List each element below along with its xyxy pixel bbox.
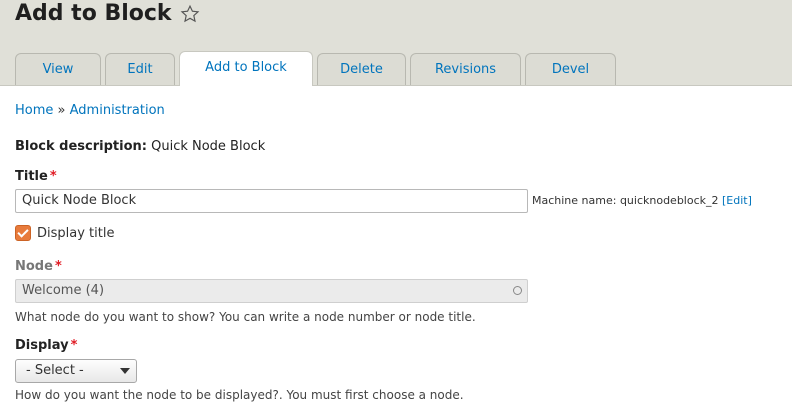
node-help-text: What node do you want to show? You can w… <box>15 310 476 324</box>
title-label: Title * <box>15 169 57 184</box>
display-label: Display * <box>15 338 77 353</box>
display-label-text: Display <box>15 338 69 353</box>
tab-view[interactable]: View <box>15 53 101 85</box>
required-marker: * <box>70 338 78 353</box>
tab-devel[interactable]: Devel <box>525 53 616 85</box>
machine-name-text: Machine name: quicknodeblock_2 <box>532 194 719 207</box>
machine-name-edit-link[interactable]: [Edit] <box>722 194 752 207</box>
display-select-value: - Select - <box>26 363 84 378</box>
page-title-row: Add to Block <box>15 0 200 28</box>
title-input[interactable]: Quick Node Block <box>15 189 528 213</box>
tab-bar: View Edit Add to Block Delete Revisions … <box>15 51 620 86</box>
node-input-value: Welcome (4) <box>22 283 105 298</box>
node-label-text: Node <box>15 259 53 274</box>
block-description: Block description: Quick Node Block <box>15 139 265 154</box>
node-autocomplete-input[interactable]: Welcome (4) <box>15 279 528 303</box>
tab-add-to-block[interactable]: Add to Block <box>179 51 313 86</box>
required-marker: * <box>49 169 57 184</box>
block-description-value: Quick Node Block <box>151 139 266 154</box>
display-help-text: How do you want the node to be displayed… <box>15 388 464 402</box>
autocomplete-throbber-icon <box>513 286 522 295</box>
display-select[interactable]: - Select - <box>15 359 137 383</box>
node-label: Node * <box>15 259 62 274</box>
page-header: Add to Block View Edit Add to Block Dele… <box>0 0 792 86</box>
tab-delete[interactable]: Delete <box>317 53 406 85</box>
star-icon[interactable] <box>180 4 200 24</box>
breadcrumb-home[interactable]: Home <box>15 103 53 118</box>
display-title-label[interactable]: Display title <box>37 226 114 241</box>
breadcrumb: Home » Administration <box>15 103 165 118</box>
page-title: Add to Block <box>15 1 172 26</box>
machine-name: Machine name: quicknodeblock_2 [Edit] <box>532 194 752 207</box>
block-description-label: Block description: <box>15 139 147 154</box>
display-title-row: Display title <box>15 225 114 241</box>
breadcrumb-separator: » <box>57 103 66 118</box>
display-title-checkbox[interactable] <box>15 225 31 241</box>
breadcrumb-administration[interactable]: Administration <box>70 103 165 118</box>
tab-edit[interactable]: Edit <box>105 53 175 85</box>
required-marker: * <box>54 259 62 274</box>
chevron-down-icon <box>120 368 130 374</box>
tab-revisions[interactable]: Revisions <box>410 53 521 85</box>
title-label-text: Title <box>15 169 48 184</box>
